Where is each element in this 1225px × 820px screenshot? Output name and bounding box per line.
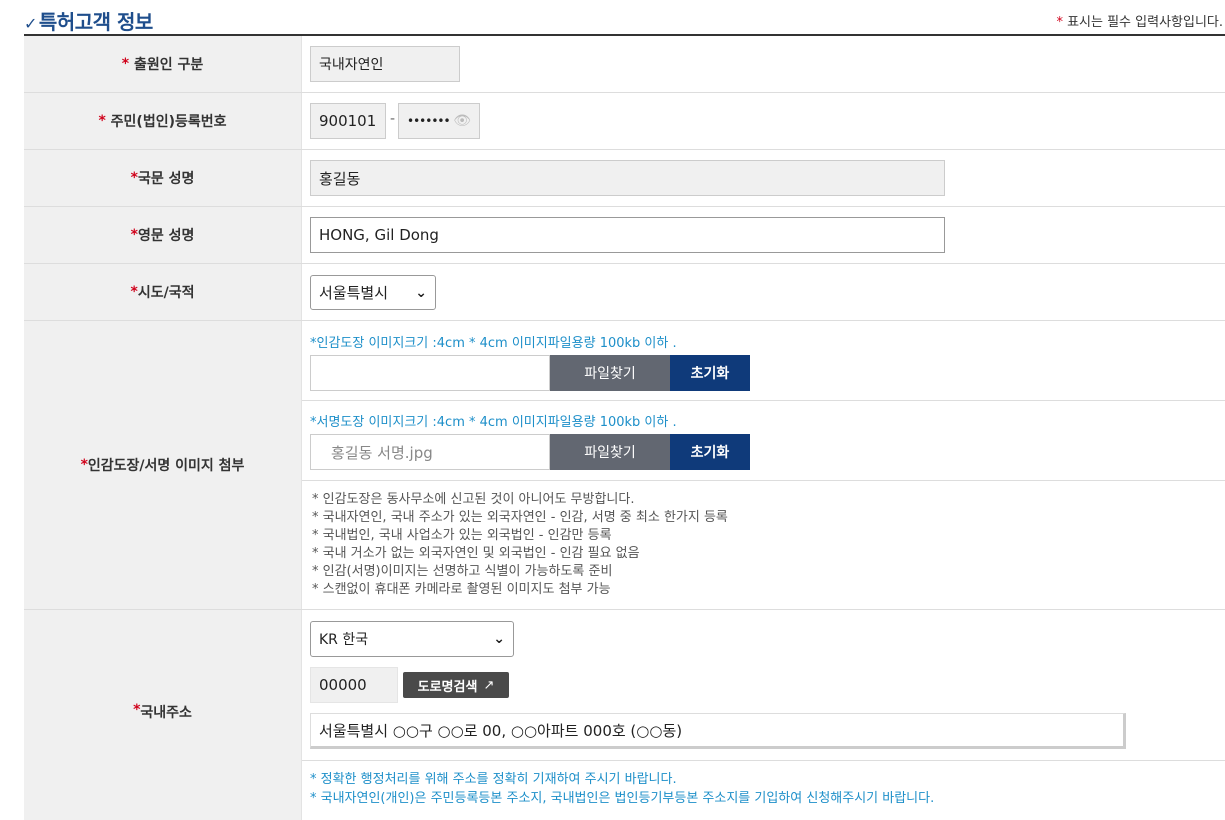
page-title: ✓ 특허고객 정보 [24, 10, 153, 34]
row-resident-no: * 주민(법인)등록번호 900101 - ••••••• 👁 [24, 93, 1225, 150]
resident-no-back[interactable]: ••••••• 👁 [398, 103, 480, 139]
chevron-down-icon: ⌄ [415, 284, 427, 301]
resident-no-front: 900101 [310, 103, 386, 139]
row-region: * 시도/국적 서울특별시 ⌄ [24, 264, 1225, 321]
row-label: * 주민(법인)등록번호 [24, 93, 301, 149]
applicant-type-field: 국내자연인 [310, 46, 460, 82]
row-korean-name: * 국문 성명 홍길동 [24, 150, 1225, 207]
seal-find-button[interactable]: 파일찾기 [550, 355, 670, 391]
sign-reset-button[interactable]: 초기화 [670, 434, 750, 470]
seal-reset-button[interactable]: 초기화 [670, 355, 750, 391]
resident-no-separator: - [390, 111, 396, 127]
seal-hint: *인감도장 이미지크기 :4cm * 4cm 이미지파일용량 100kb 이하 … [310, 336, 677, 351]
sign-file-input[interactable]: 홍길동 서명.jpg [310, 434, 550, 470]
korean-name-field: 홍길동 [310, 160, 945, 196]
row-label: * 국내주소 [24, 610, 301, 820]
zip-field: 00000 [310, 667, 398, 703]
row-label: * 국문 성명 [24, 150, 301, 206]
row-label: * 출원인 구분 [24, 36, 301, 92]
region-select[interactable]: 서울특별시 ⌄ [310, 275, 436, 310]
address-field[interactable]: 서울특별시 ○○구 ○○로 00, ○○아파트 000호 (○○동) [310, 713, 1126, 749]
customer-info-table: * 출원인 구분 국내자연인 * 주민(법인)등록번호 900101 - •••… [24, 36, 1225, 820]
section-header: ✓ 특허고객 정보 * 표시는 필수 입력사항입니다. [0, 0, 1225, 36]
required-note: * 표시는 필수 입력사항입니다. [1056, 15, 1223, 30]
external-link-icon: ↗ [483, 677, 495, 693]
row-address: * 국내주소 KR 한국 ⌄ 00000 도로명검색 ↗ 서울특별시 ○○구 ○○… [24, 610, 1225, 820]
row-seal: * 인감도장/서명 이미지 첨부 *인감도장 이미지크기 :4cm * 4cm 이… [24, 321, 1225, 610]
row-english-name: * 영문 성명 HONG, Gil Dong [24, 207, 1225, 264]
address-notes: * 정확한 행정처리를 위해 주소를 정확히 기재하여 주시기 바랍니다. * … [310, 772, 935, 806]
pencil-icon: ✓ [24, 14, 37, 33]
row-label: * 영문 성명 [24, 207, 301, 263]
english-name-input[interactable]: HONG, Gil Dong [310, 217, 945, 253]
sign-find-button[interactable]: 파일찾기 [550, 434, 670, 470]
road-search-button[interactable]: 도로명검색 ↗ [403, 672, 509, 698]
row-label: * 인감도장/서명 이미지 첨부 [24, 321, 301, 609]
seal-notes: * 인감도장은 동사무소에 신고된 것이 아니어도 무방합니다. * 국내자연인… [312, 492, 728, 597]
eye-icon[interactable]: 👁 [453, 113, 471, 129]
chevron-down-icon: ⌄ [493, 631, 505, 647]
country-select[interactable]: KR 한국 ⌄ [310, 621, 514, 657]
row-applicant-type: * 출원인 구분 국내자연인 [24, 36, 1225, 93]
row-label: * 시도/국적 [24, 264, 301, 320]
sign-hint: *서명도장 이미지크기 :4cm * 4cm 이미지파일용량 100kb 이하 … [310, 415, 677, 430]
seal-file-input[interactable] [310, 355, 550, 391]
